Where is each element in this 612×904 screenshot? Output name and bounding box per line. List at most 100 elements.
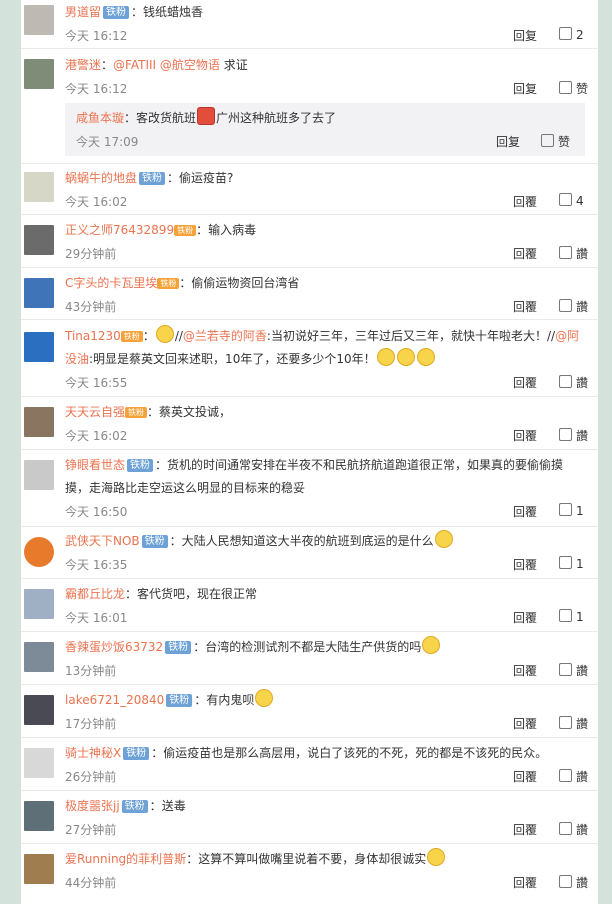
reply-button[interactable]: 回覆 xyxy=(513,374,537,391)
username[interactable]: 正义之师76432899 xyxy=(65,223,174,237)
username[interactable]: 铮眼看世态 xyxy=(65,458,125,472)
like-button[interactable]: 1 xyxy=(559,609,584,624)
username[interactable]: lake6721_20840 xyxy=(65,693,164,707)
like-button[interactable]: 1 xyxy=(559,503,584,518)
reply-button[interactable]: 回复 xyxy=(513,80,537,97)
emoji-icon xyxy=(376,348,395,366)
username[interactable]: 港警迷 xyxy=(65,58,101,72)
reply-button[interactable]: 回覆 xyxy=(513,556,537,573)
avatar[interactable] xyxy=(24,5,54,35)
avatar[interactable] xyxy=(24,172,54,202)
username[interactable]: 蜗蜗牛的地盘 xyxy=(65,171,137,185)
username[interactable]: 天天云自强 xyxy=(65,405,125,419)
thumbs-up-icon xyxy=(559,299,572,312)
like-button[interactable]: 讚 xyxy=(559,821,588,838)
comment-body: 天天云自强 铁粉 ：蔡英文投诚， xyxy=(65,405,232,419)
reply-button[interactable]: 回覆 xyxy=(513,715,537,732)
thumbs-up-icon xyxy=(559,27,572,40)
reply-button[interactable]: 回覆 xyxy=(513,662,537,679)
like-button[interactable]: 4 xyxy=(559,193,584,208)
avatar[interactable] xyxy=(24,748,54,778)
comment-text: 有内鬼呗 xyxy=(206,693,255,707)
reply-button[interactable]: 回覆 xyxy=(513,298,537,315)
avatar[interactable] xyxy=(24,854,54,884)
username[interactable]: 香辣蛋炒饭63732 xyxy=(65,640,163,654)
comment-text: 送毒 xyxy=(161,799,186,813)
thumbs-up-icon xyxy=(559,81,572,94)
comment-text: 偷运疫苗也是那么高层用，说白了该死的不死，死的都是不该死的民众。 xyxy=(163,746,548,760)
comment-item: C字头的卡瓦里埃 铁粉 ：偷偷运物资回台湾省 43分钟前 回覆 讚 xyxy=(21,268,598,320)
comment-body: 骑士神秘X 铁粉 ：偷运疫苗也是那么高层用，说白了该死的不死，死的都是不该死的民众。 xyxy=(65,746,548,760)
comment-text: 偷偷运物资回台湾省 xyxy=(191,276,300,290)
avatar[interactable] xyxy=(24,589,54,619)
comment-item: 武侠天下NOB 铁粉 ：大陆人民想知道这大半夜的航班到底运的是什么 今天 16:35… xyxy=(21,527,598,579)
like-button[interactable]: 讚 xyxy=(559,715,588,732)
emoji-icon xyxy=(416,348,435,366)
comment-body: Tina1230 铁粉：//@兰若寺的阿香:当初说好三年，三年过后又三年，就快十年… xyxy=(65,325,585,371)
like-button[interactable]: 讚 xyxy=(559,298,588,315)
like-button[interactable]: 讚 xyxy=(559,374,588,391)
comment-item: 男道留 铁粉 ：钱纸蜡烛香 今天 16:12 回复 2 xyxy=(21,0,598,49)
like-button[interactable]: 2 xyxy=(559,27,584,42)
reply-button[interactable]: 回复 xyxy=(513,27,537,44)
thumbs-up-icon xyxy=(559,193,572,206)
emoji-icon xyxy=(422,636,441,654)
username[interactable]: 霸都丘比龙 xyxy=(65,587,125,601)
reply-button[interactable]: 回覆 xyxy=(513,427,537,444)
like-button[interactable]: 赞 xyxy=(541,133,570,150)
avatar[interactable] xyxy=(24,278,54,308)
comment-text: 广州这种航班多了去了 xyxy=(216,111,337,125)
like-button[interactable]: 讚 xyxy=(559,768,588,785)
like-button[interactable]: 讚 xyxy=(559,245,588,262)
mention-link[interactable]: @兰若寺的阿香 xyxy=(183,329,267,343)
avatar[interactable] xyxy=(24,59,54,89)
avatar[interactable] xyxy=(24,642,54,672)
comment-text: 输入病毒 xyxy=(208,223,257,237)
timestamp: 43分钟前 xyxy=(65,300,117,314)
reply-button[interactable]: 回覆 xyxy=(513,503,537,520)
comment-item: 香辣蛋炒饭63732 铁粉 ：台湾的检测试剂不都是大陆生产供货的吗 13分钟前 回覆… xyxy=(21,632,598,685)
avatar[interactable] xyxy=(24,225,54,255)
mention-link[interactable]: 没油 xyxy=(65,352,89,366)
username[interactable]: C字头的卡瓦里埃 xyxy=(65,276,157,290)
comment-body: lake6721_20840 铁粉 ：有内鬼呗 xyxy=(65,689,585,712)
comment-body: 正义之师76432899 铁粉 ：输入病毒 xyxy=(65,223,257,237)
comment-item: lake6721_20840 铁粉 ：有内鬼呗 17分钟前 回覆 讚 xyxy=(21,685,598,738)
mention-link[interactable]: @FATIII xyxy=(113,58,156,72)
thumbs-up-icon xyxy=(559,428,572,441)
avatar[interactable] xyxy=(24,407,54,437)
username[interactable]: Tina1230 xyxy=(65,329,121,343)
comment-text: 台湾的检测试剂不都是大陆生产供货的吗 xyxy=(205,640,422,654)
mention-link[interactable]: @航空物语 xyxy=(160,58,220,72)
reply-button[interactable]: 回复 xyxy=(496,133,520,150)
emoji-icon xyxy=(255,689,274,707)
thumbs-up-icon xyxy=(541,134,554,147)
mention-link[interactable]: @阿 xyxy=(555,329,579,343)
username[interactable]: 极度噐张jj xyxy=(65,799,120,813)
reply-button[interactable]: 回覆 xyxy=(513,609,537,626)
reply-button[interactable]: 回覆 xyxy=(513,874,537,891)
like-button[interactable]: 讚 xyxy=(559,427,588,444)
comment-text: 偷运疫苗? xyxy=(179,171,234,185)
like-button[interactable]: 讚 xyxy=(559,874,588,891)
username[interactable]: 武侠天下NOB xyxy=(65,534,140,548)
like-button[interactable]: 1 xyxy=(559,556,584,571)
avatar[interactable] xyxy=(24,332,54,362)
username[interactable]: 爱Running的菲利普斯 xyxy=(65,852,186,866)
username[interactable]: 骑士神秘X xyxy=(65,746,121,760)
avatar[interactable] xyxy=(24,460,54,490)
username[interactable]: 咸鱼本璇 xyxy=(76,111,124,125)
reply-button[interactable]: 回覆 xyxy=(513,821,537,838)
username[interactable]: 男道留 xyxy=(65,5,101,19)
reply-button[interactable]: 回覆 xyxy=(513,193,537,210)
comment-body: 铮眼看世态 铁粉 ：货机的时间通常安排在半夜不和民航挤航道跑道很正常，如果真的要偷偷… xyxy=(65,458,564,495)
fan-badge: 铁粉 xyxy=(127,459,154,472)
avatar[interactable] xyxy=(24,801,54,831)
reply-button[interactable]: 回覆 xyxy=(513,768,537,785)
fan-badge: 铁粉 xyxy=(165,641,192,654)
avatar[interactable] xyxy=(24,695,54,725)
like-button[interactable]: 讚 xyxy=(559,662,588,679)
reply-button[interactable]: 回覆 xyxy=(513,245,537,262)
like-button[interactable]: 赞 xyxy=(559,80,588,97)
avatar[interactable] xyxy=(24,537,54,567)
